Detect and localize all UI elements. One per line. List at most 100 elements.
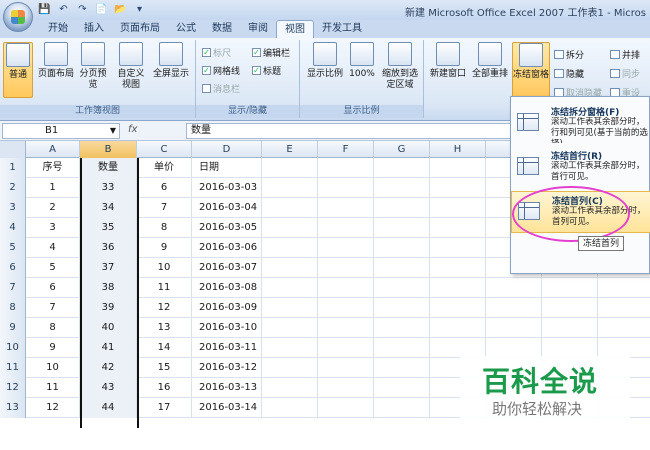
empty-cell[interactable] <box>262 258 318 278</box>
empty-cell[interactable] <box>318 178 374 198</box>
empty-cell[interactable] <box>262 238 318 258</box>
cell-a[interactable]: 4 <box>26 238 80 258</box>
empty-cell[interactable] <box>430 198 486 218</box>
empty-cell[interactable] <box>262 338 318 358</box>
empty-cell[interactable] <box>374 318 430 338</box>
cell-a[interactable]: 1 <box>26 178 80 198</box>
chevron-down-icon[interactable]: ▼ <box>110 124 116 138</box>
cell-d[interactable]: 2016-03-13 <box>192 378 262 398</box>
cell-a[interactable]: 6 <box>26 278 80 298</box>
tab-developer[interactable]: 开发工具 <box>314 20 370 38</box>
empty-cell[interactable] <box>374 198 430 218</box>
empty-cell[interactable] <box>542 278 598 298</box>
cell-b[interactable]: 34 <box>80 198 137 218</box>
cell-a[interactable]: 11 <box>26 378 80 398</box>
cell-a[interactable]: 8 <box>26 318 80 338</box>
cell-d[interactable]: 2016-03-11 <box>192 338 262 358</box>
empty-cell[interactable] <box>262 398 318 418</box>
cell-a[interactable]: 5 <box>26 258 80 278</box>
headings-checkbox[interactable]: ✓ 标题 <box>252 64 281 77</box>
empty-cell[interactable] <box>430 298 486 318</box>
ruler-checkbox[interactable]: ✓ 标尺 <box>202 46 231 59</box>
row-header[interactable]: 6 <box>0 258 26 278</box>
row-header[interactable]: 3 <box>0 198 26 218</box>
tab-data[interactable]: 数据 <box>204 20 240 38</box>
cell-a[interactable]: 9 <box>26 338 80 358</box>
zoom-button[interactable]: 显示比例 <box>304 42 346 80</box>
row-header[interactable]: 2 <box>0 178 26 198</box>
cell-d[interactable]: 2016-03-08 <box>192 278 262 298</box>
empty-cell[interactable] <box>318 398 374 418</box>
row-header[interactable]: 12 <box>0 378 26 398</box>
row-header[interactable]: 11 <box>0 358 26 378</box>
empty-cell[interactable] <box>430 338 486 358</box>
cell-d[interactable]: 2016-03-04 <box>192 198 262 218</box>
cell-d[interactable]: 2016-03-12 <box>192 358 262 378</box>
empty-cell[interactable] <box>262 298 318 318</box>
cell-a[interactable]: 12 <box>26 398 80 418</box>
empty-cell[interactable] <box>318 198 374 218</box>
redo-icon[interactable]: ↷ <box>76 3 89 16</box>
cell-b[interactable]: 33 <box>80 178 137 198</box>
row-header[interactable]: 13 <box>0 398 26 418</box>
empty-cell[interactable] <box>430 278 486 298</box>
empty-cell[interactable] <box>430 238 486 258</box>
gridlines-checkbox[interactable]: ✓ 网格线 <box>202 64 240 77</box>
empty-cell[interactable] <box>262 198 318 218</box>
tab-view[interactable]: 视图 <box>276 20 314 38</box>
empty-cell[interactable] <box>318 358 374 378</box>
column-header-h[interactable]: H <box>430 141 486 158</box>
zoom-100-button[interactable]: 100% <box>348 42 376 80</box>
cell-c[interactable]: 6 <box>137 178 192 198</box>
empty-cell[interactable] <box>318 298 374 318</box>
zoom-to-selection-button[interactable]: 缩放到选定区域 <box>380 42 420 91</box>
cell-d[interactable]: 2016-03-06 <box>192 238 262 258</box>
empty-cell[interactable] <box>318 238 374 258</box>
cell-d[interactable]: 日期 <box>192 158 262 178</box>
cell-c[interactable]: 14 <box>137 338 192 358</box>
row-header[interactable]: 1 <box>0 158 26 178</box>
cell-b[interactable]: 43 <box>80 378 137 398</box>
tab-page-layout[interactable]: 页面布局 <box>112 20 168 38</box>
empty-cell[interactable] <box>374 158 430 178</box>
formula-bar-checkbox[interactable]: ✓ 编辑栏 <box>252 46 290 59</box>
empty-cell[interactable] <box>598 278 650 298</box>
empty-cell[interactable] <box>374 298 430 318</box>
cell-b[interactable]: 35 <box>80 218 137 238</box>
empty-cell[interactable] <box>542 318 598 338</box>
empty-cell[interactable] <box>374 398 430 418</box>
cell-c[interactable]: 17 <box>137 398 192 418</box>
cell-c[interactable]: 10 <box>137 258 192 278</box>
cell-c[interactable]: 8 <box>137 218 192 238</box>
open-file-icon[interactable]: 📂 <box>114 3 127 16</box>
empty-cell[interactable] <box>262 278 318 298</box>
cell-d[interactable]: 2016-03-14 <box>192 398 262 418</box>
custom-views-button[interactable]: 自定义视图 <box>114 42 148 91</box>
save-icon[interactable]: 💾 <box>38 3 51 16</box>
page-break-preview-button[interactable]: 分页预览 <box>78 42 108 91</box>
row-header[interactable]: 9 <box>0 318 26 338</box>
cell-d[interactable]: 2016-03-05 <box>192 218 262 238</box>
normal-view-button[interactable]: 普通 <box>3 42 33 98</box>
empty-cell[interactable] <box>318 338 374 358</box>
cell-c[interactable]: 13 <box>137 318 192 338</box>
select-all-corner[interactable] <box>0 141 26 158</box>
new-window-button[interactable]: 新建窗口 <box>428 42 468 80</box>
tab-home[interactable]: 开始 <box>40 20 76 38</box>
cell-b[interactable]: 41 <box>80 338 137 358</box>
empty-cell[interactable] <box>374 358 430 378</box>
cell-c[interactable]: 15 <box>137 358 192 378</box>
column-header-f[interactable]: F <box>318 141 374 158</box>
arrange-all-button[interactable]: 全部重排 <box>470 42 510 80</box>
column-header-a[interactable]: A <box>26 141 80 158</box>
empty-cell[interactable] <box>542 298 598 318</box>
cell-c[interactable]: 单价 <box>137 158 192 178</box>
empty-cell[interactable] <box>374 178 430 198</box>
column-header-c[interactable]: C <box>137 141 192 158</box>
empty-cell[interactable] <box>318 318 374 338</box>
row-header[interactable]: 5 <box>0 238 26 258</box>
sync-scroll-button[interactable]: 同步 <box>610 67 640 80</box>
row-header[interactable]: 7 <box>0 278 26 298</box>
column-header-b[interactable]: B <box>80 141 137 158</box>
cell-a[interactable]: 序号 <box>26 158 80 178</box>
